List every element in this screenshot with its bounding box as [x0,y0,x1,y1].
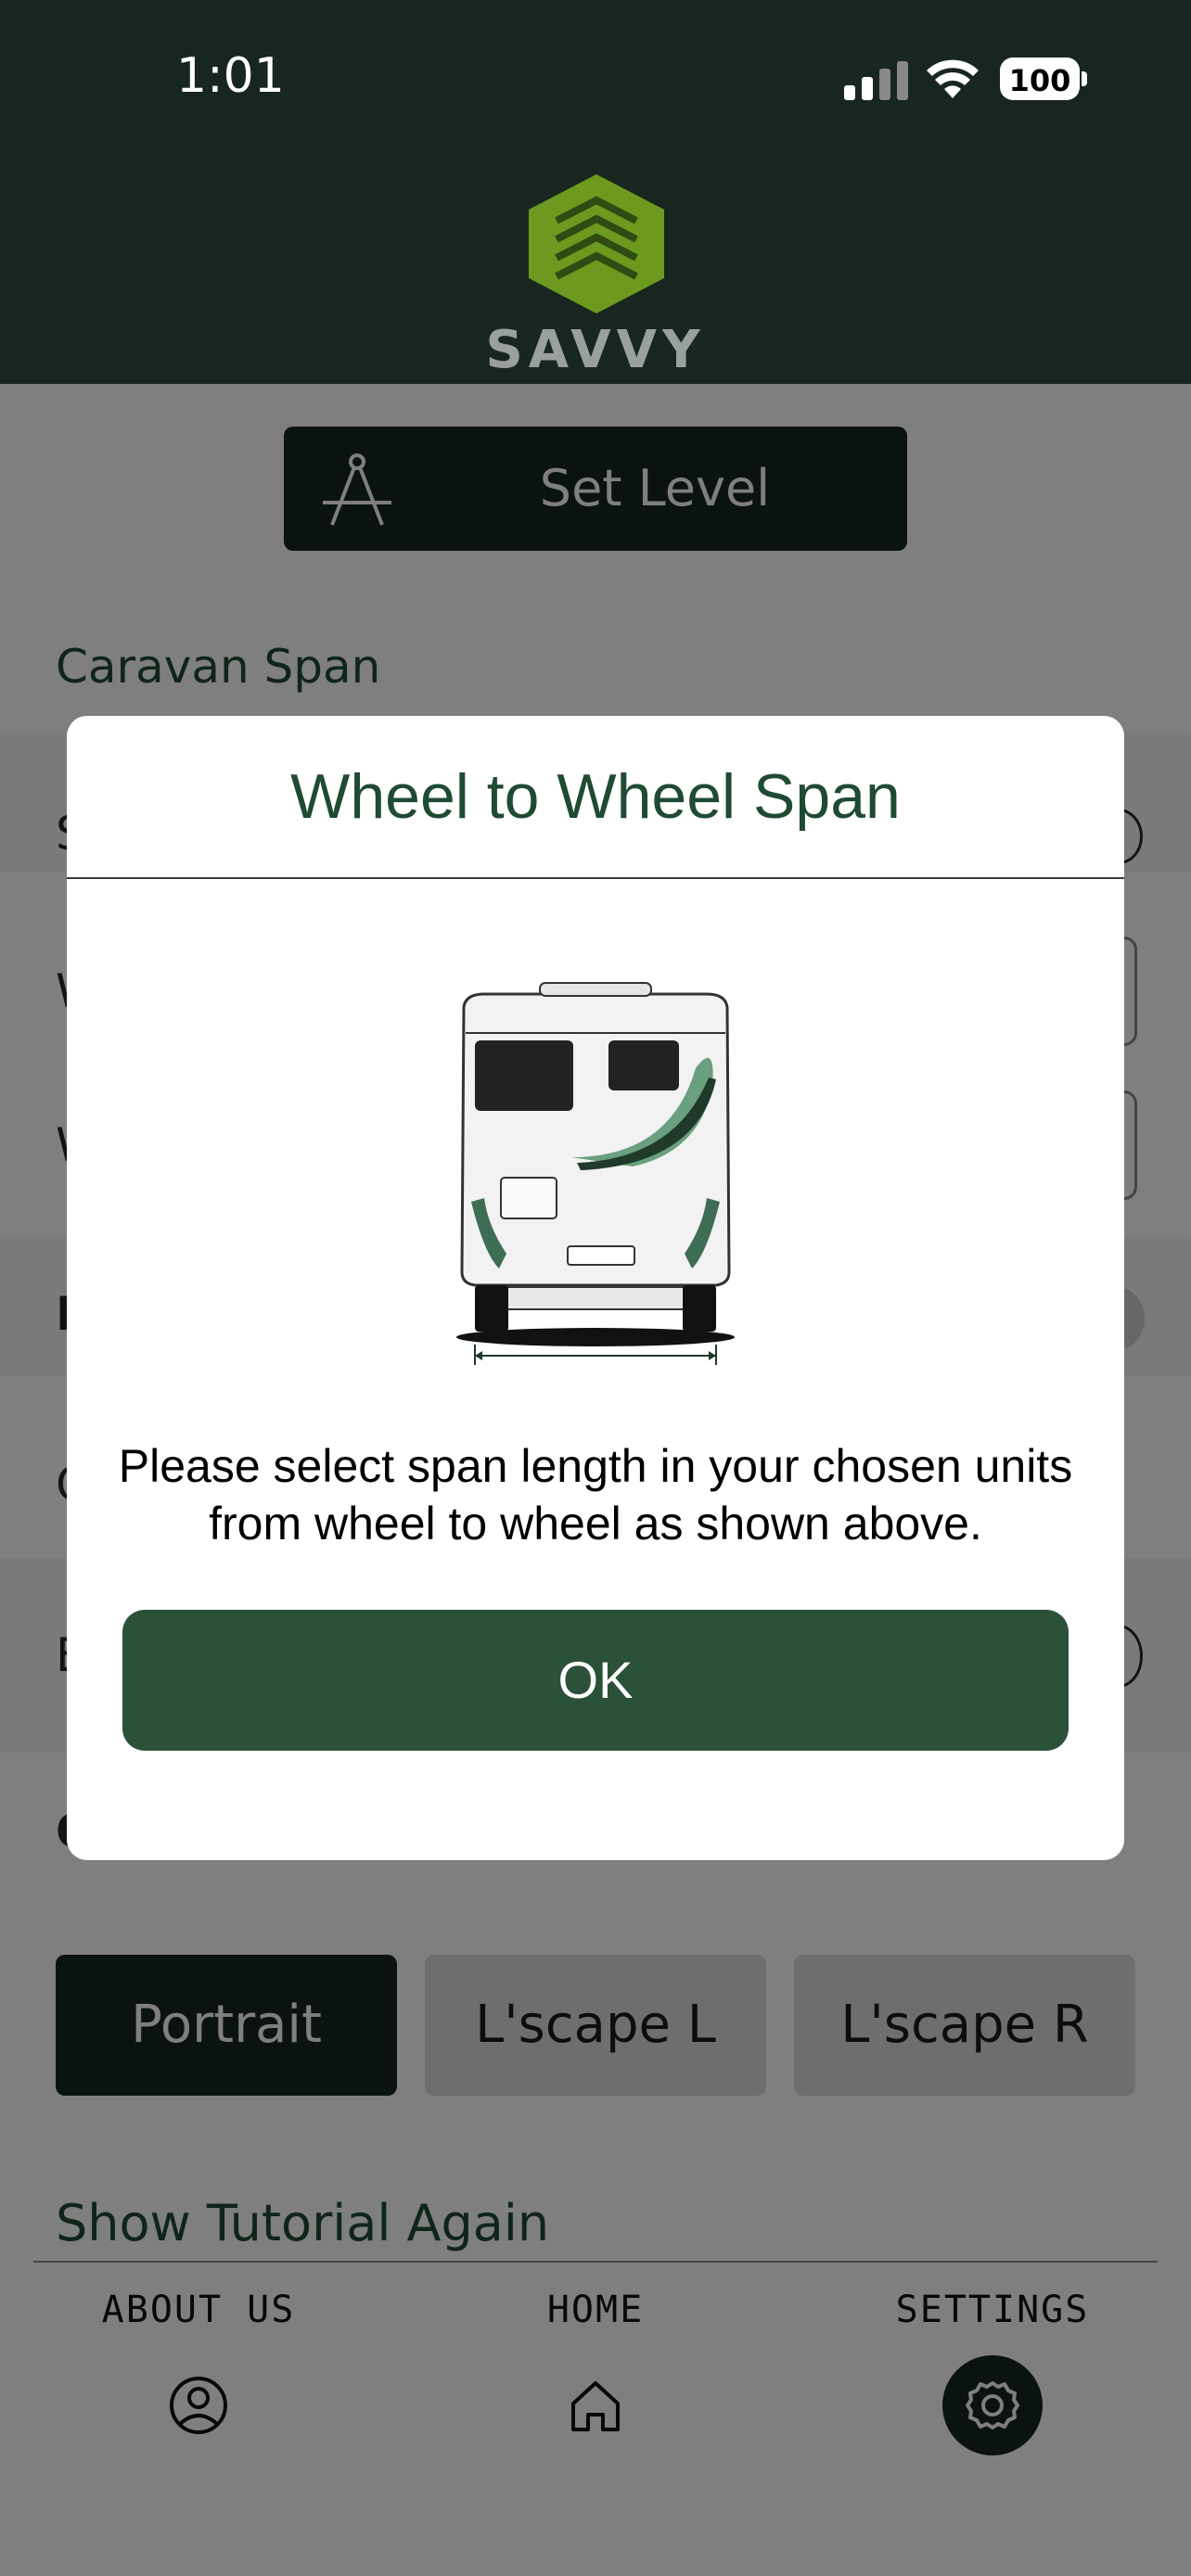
dialog-title: Wheel to Wheel Span [290,761,901,832]
app-header: 1:01 100 SAVVY [0,0,1191,384]
dialog-divider [67,877,1124,879]
dialog-message: Please select span length in your chosen… [118,1440,1073,1549]
status-time: 1:01 [176,48,285,104]
wheel-span-dialog: Wheel to Wheel Span Please select span l… [67,716,1124,1860]
wifi-icon [927,59,979,98]
battery-icon: 100 [1000,57,1089,100]
brand-name: SAVVY [485,320,706,380]
ok-button[interactable]: OK [122,1610,1069,1751]
savvy-logo-icon [529,174,664,313]
battery-percentage: 100 [1008,63,1071,98]
cellular-signal-icon [844,61,908,100]
status-bar: 1:01 100 [0,0,1191,158]
motorhome-rear-illustration [456,982,735,1365]
